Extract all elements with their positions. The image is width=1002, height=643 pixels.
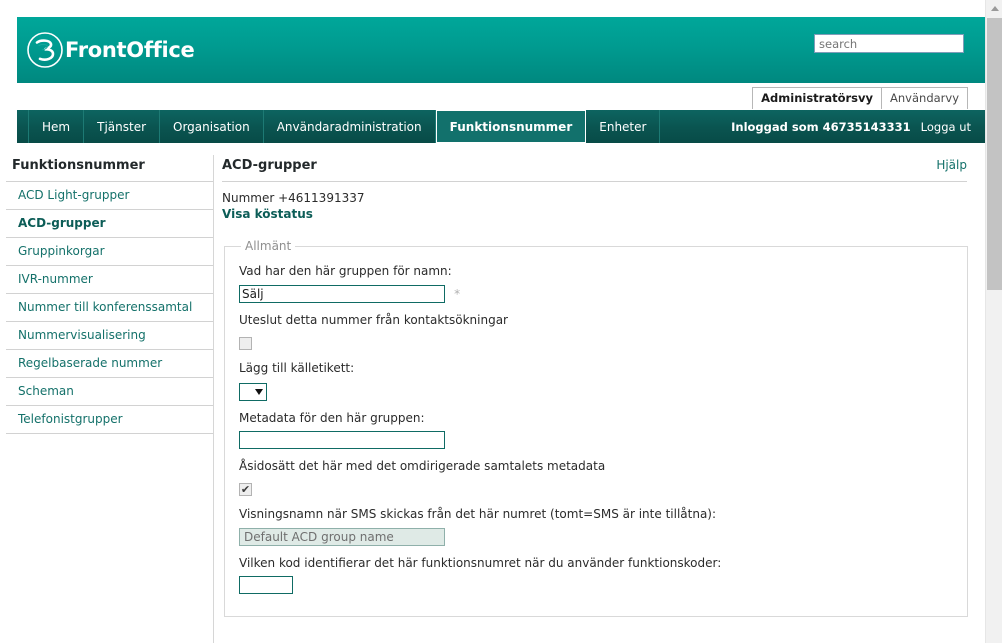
sidebar-item-ivr-nummer[interactable]: IVR-nummer xyxy=(6,266,213,294)
nav-item-hem[interactable]: Hem xyxy=(28,110,85,143)
page-canvas: FrontOffice Administratörsvy Användarvy … xyxy=(0,0,985,643)
checkmark-icon: ✔ xyxy=(240,483,251,496)
app-window: FrontOffice Administratörsvy Användarvy … xyxy=(0,0,1002,643)
group-metadata-row xyxy=(239,430,953,449)
nav-session-area: Inloggad som 46735143331 Logga ut xyxy=(731,110,985,143)
page-title: ACD-grupper xyxy=(222,158,317,173)
number-label: Nummer +4611391337 xyxy=(222,191,365,205)
sidebar-item-nummervisualisering[interactable]: Nummervisualisering xyxy=(6,322,213,350)
sms-display-name-label: Visningsnamn när SMS skickas från det hä… xyxy=(239,507,717,521)
window-scrollbar[interactable] xyxy=(985,0,1002,643)
group-name-row: * xyxy=(239,283,953,303)
exclude-from-search-label: Uteslut detta nummer från kontaktsökning… xyxy=(239,312,508,327)
override-metadata-label: Åsidosätt det här med det omdirigerade s… xyxy=(239,459,606,473)
sidebar-title: Funktionsnummer xyxy=(12,158,145,173)
search-input[interactable] xyxy=(814,34,964,53)
main-content: ACD-grupper Hjälp Nummer +4611391337 Vis… xyxy=(222,158,968,617)
logged-in-label: Inloggad som 46735143331 xyxy=(731,119,911,134)
tab-administratorsvy[interactable]: Administratörsvy xyxy=(752,87,883,109)
function-code-label: Vilken kod identifierar det här funktion… xyxy=(239,555,722,570)
brand-logo[interactable]: FrontOffice xyxy=(26,28,195,72)
nav-item-tjanster[interactable]: Tjänster xyxy=(84,110,161,143)
tab-anvandarvy[interactable]: Användarvy xyxy=(882,87,968,109)
logout-link[interactable]: Logga ut xyxy=(921,120,971,134)
nav-item-enheter[interactable]: Enheter xyxy=(586,110,661,143)
brand-name: FrontOffice xyxy=(65,38,195,62)
group-name-label: Vad har den här gruppen för namn: xyxy=(239,264,452,278)
sms-display-name-input xyxy=(239,527,445,546)
main-navigation: Hem Tjänster Organisation Användaradmini… xyxy=(17,110,985,143)
source-label-label: Lägg till källetikett: xyxy=(239,360,355,375)
function-code-row xyxy=(239,575,953,594)
general-fieldset: Allmänt Vad har den här gruppen för namn… xyxy=(224,239,968,617)
sidebar-item-scheman[interactable]: Scheman xyxy=(6,378,213,406)
group-metadata-input[interactable] xyxy=(239,431,445,449)
sidebar-item-acd-grupper[interactable]: ACD-grupper xyxy=(6,210,213,238)
source-label-select[interactable] xyxy=(239,382,267,401)
source-label-row xyxy=(239,380,953,401)
help-link[interactable]: Hjälp xyxy=(936,158,967,172)
required-marker: * xyxy=(454,286,461,301)
sidebar-item-telefonistgrupper[interactable]: Telefonistgrupper xyxy=(6,406,213,434)
fieldset-legend: Allmänt xyxy=(245,239,292,253)
override-metadata-row: ✔ xyxy=(239,478,953,497)
sidebar-item-gruppinkorgar[interactable]: Gruppinkorgar xyxy=(6,238,213,266)
exclude-from-search-checkbox[interactable] xyxy=(239,336,252,350)
sidebar-list: ACD Light-grupper ACD-grupper Gruppinkor… xyxy=(6,181,213,434)
scrollbar-thumb[interactable] xyxy=(987,18,1002,290)
nav-item-organisation[interactable]: Organisation xyxy=(160,110,264,143)
nav-item-anvandaradministration[interactable]: Användaradministration xyxy=(264,110,436,143)
main-header-row: ACD-grupper Hjälp xyxy=(222,158,967,181)
view-mode-tabs: Administratörsvy Användarvy xyxy=(752,87,968,109)
chevron-down-icon xyxy=(255,388,263,395)
sidebar-item-nummer-till-konferenssamtal[interactable]: Nummer till konferenssamtal xyxy=(6,294,213,322)
three-logo-icon xyxy=(26,31,64,69)
sidebar-item-regelbaserade-nummer[interactable]: Regelbaserade nummer xyxy=(6,350,213,378)
sms-display-name-row xyxy=(239,526,953,546)
group-metadata-label: Metadata för den här gruppen: xyxy=(239,410,425,425)
function-code-input[interactable] xyxy=(239,576,293,594)
triangle-up-icon xyxy=(990,6,999,11)
column-divider xyxy=(213,155,214,643)
scroll-up-button[interactable] xyxy=(986,0,1002,17)
exclude-from-search-row xyxy=(239,332,953,351)
override-metadata-checkbox[interactable]: ✔ xyxy=(239,483,252,496)
sidebar-item-acd-light-grupper[interactable]: ACD Light-grupper xyxy=(6,182,213,210)
nav-item-funktionsnummer[interactable]: Funktionsnummer xyxy=(435,110,587,143)
group-name-input[interactable] xyxy=(239,284,445,303)
queue-status-link[interactable]: Visa köstatus xyxy=(222,206,967,222)
site-header: FrontOffice xyxy=(17,17,985,83)
sidebar: Funktionsnummer ACD Light-grupper ACD-gr… xyxy=(6,158,213,434)
